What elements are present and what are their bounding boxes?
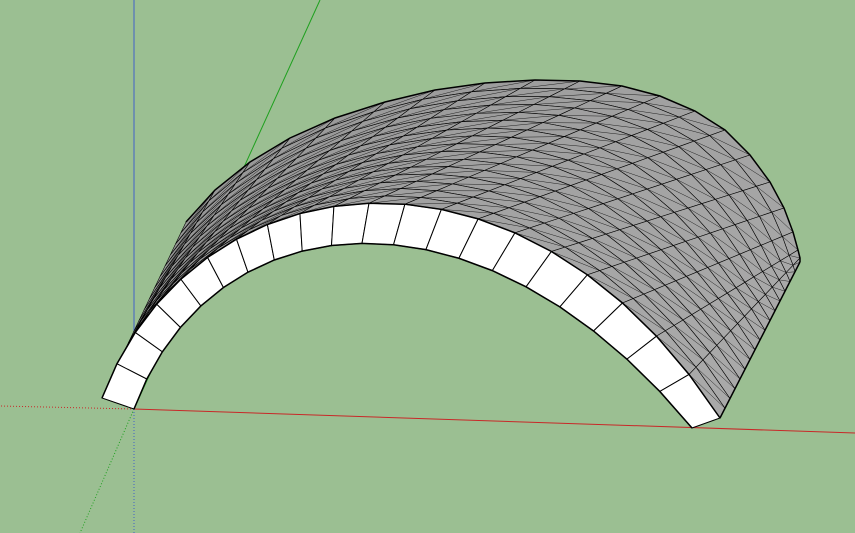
red-axis xyxy=(133,408,855,434)
green-axis-negative xyxy=(79,408,135,533)
viewport-scene[interactable] xyxy=(0,0,855,533)
modeling-viewport[interactable] xyxy=(0,0,855,533)
red-axis-negative xyxy=(0,405,135,410)
